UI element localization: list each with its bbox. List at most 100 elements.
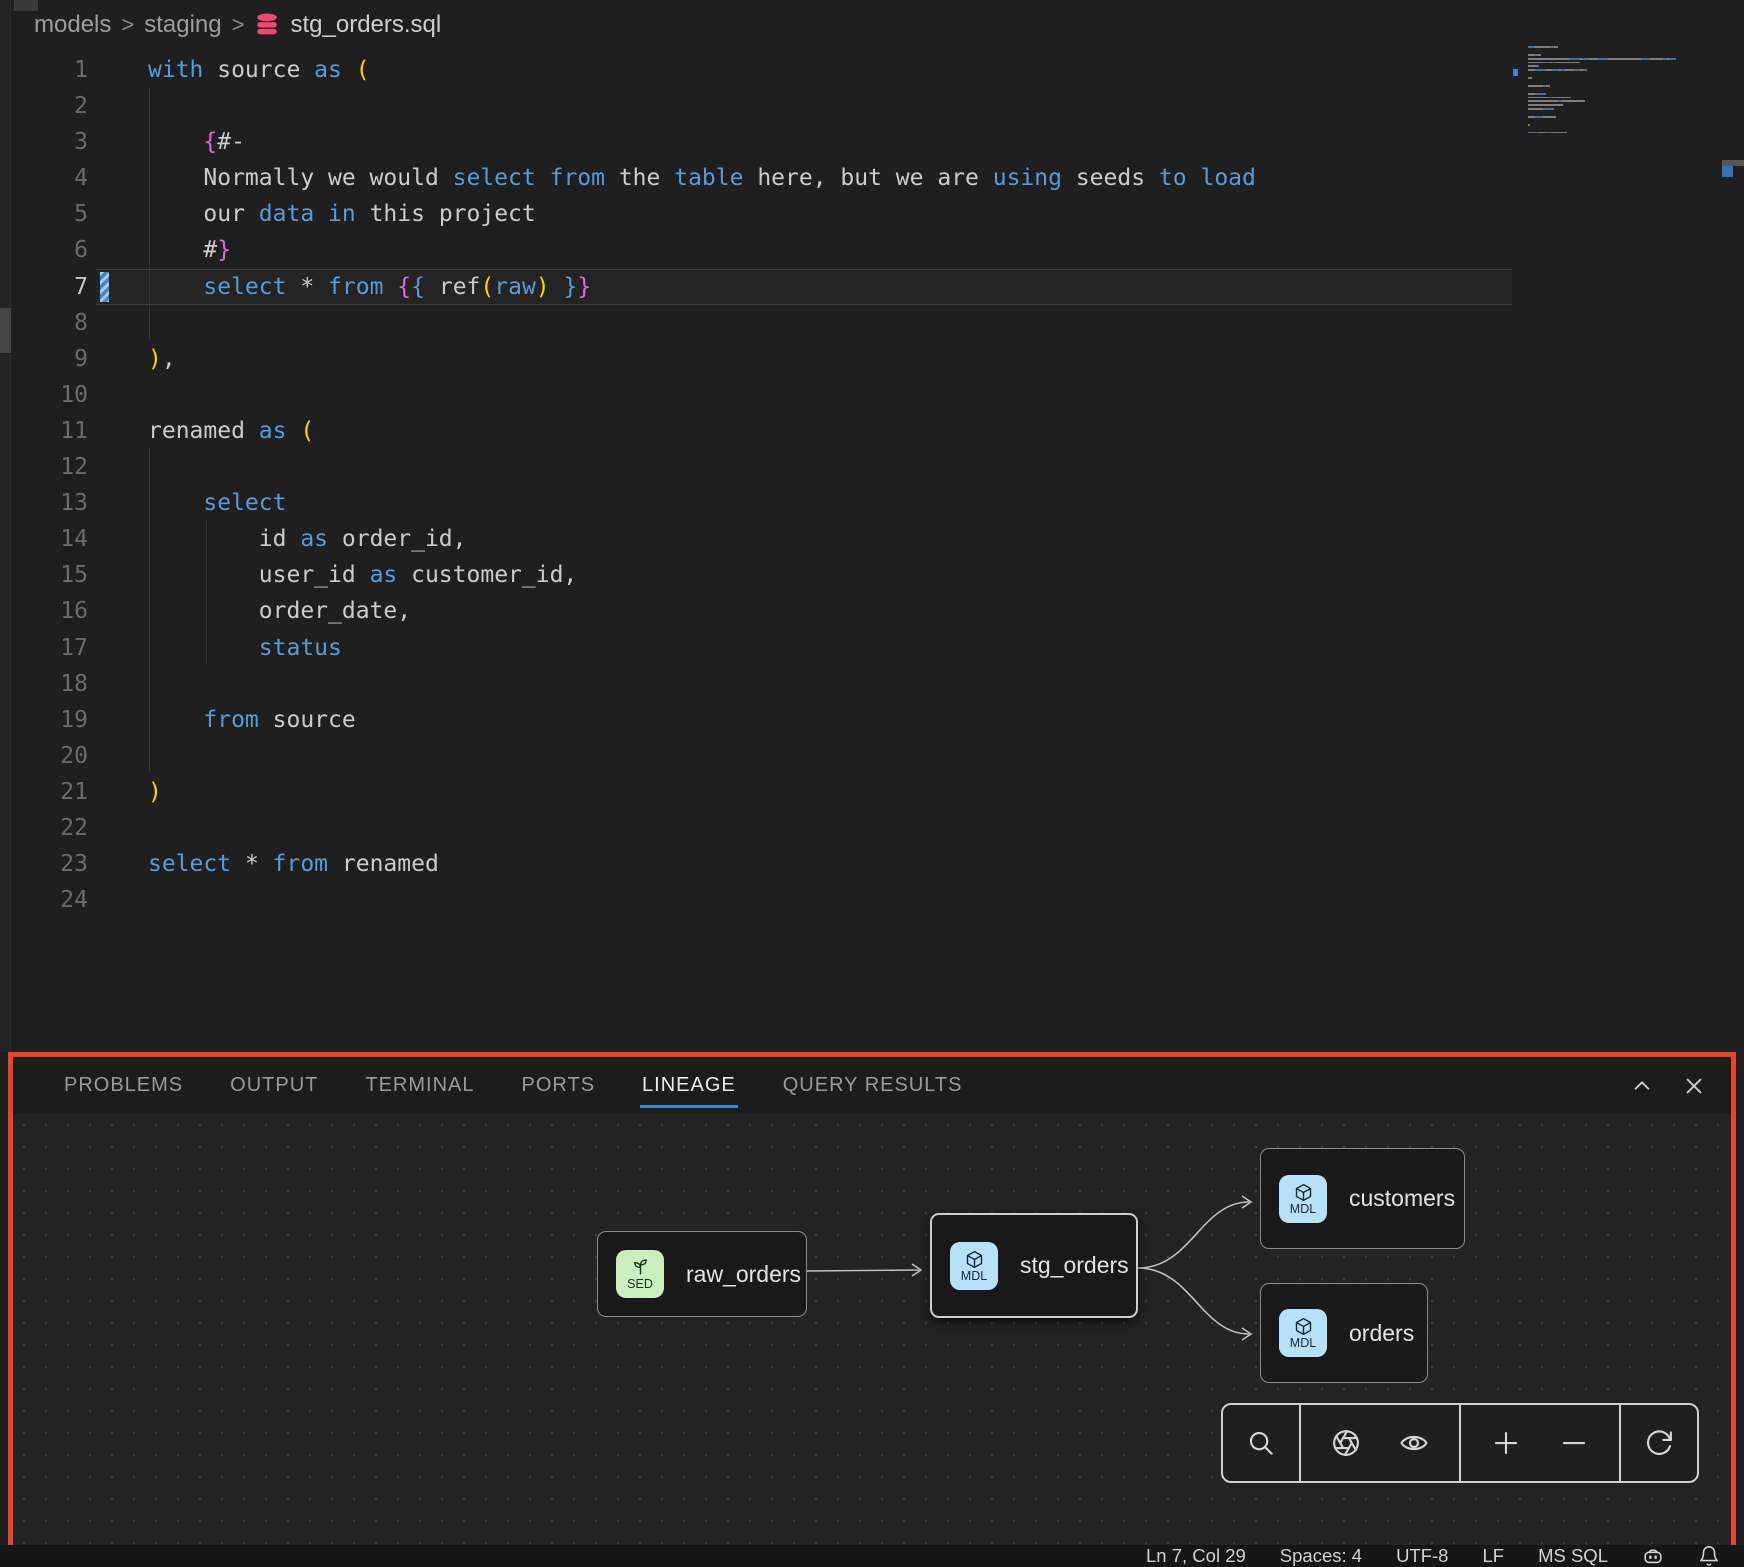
code-line[interactable]: 10 xyxy=(0,377,1744,413)
bottom-panel: PROBLEMS OUTPUT TERMINAL PORTS LINEAGE QUERY … xyxy=(8,1052,1736,1551)
code-line[interactable]: 13 select xyxy=(0,485,1744,521)
line-number: 14 xyxy=(0,521,88,557)
code-line[interactable]: 6 #} xyxy=(0,232,1744,268)
code-text: select xyxy=(148,485,286,521)
zoom-in-button[interactable] xyxy=(1484,1421,1528,1465)
tab-ports[interactable]: PORTS xyxy=(522,1074,596,1097)
code-line[interactable]: 22 xyxy=(0,810,1744,846)
code-line[interactable]: 14 id as order_id, xyxy=(0,521,1744,557)
node-label: customers xyxy=(1349,1185,1455,1212)
zoom-out-button[interactable] xyxy=(1552,1421,1596,1465)
close-icon[interactable] xyxy=(1683,1075,1705,1097)
code-line[interactable]: 16 order_date, xyxy=(0,593,1744,629)
line-number: 23 xyxy=(0,846,88,882)
minimap[interactable] xyxy=(1528,46,1698,139)
panel-tab-bar: PROBLEMS OUTPUT TERMINAL PORTS LINEAGE QUERY … xyxy=(13,1057,1731,1114)
line-number: 24 xyxy=(0,882,88,918)
minus-icon xyxy=(1559,1428,1589,1458)
line-number: 7 xyxy=(0,269,88,305)
code-text: {#- xyxy=(148,124,245,160)
code-area[interactable]: 1with source as (23 {#-4 Normally we wou… xyxy=(0,52,1744,918)
chevron-up-icon[interactable] xyxy=(1631,1075,1653,1097)
code-text: with source as ( xyxy=(148,52,370,88)
node-badge: MDL xyxy=(1290,1337,1316,1350)
line-number: 12 xyxy=(0,449,88,485)
code-line[interactable]: 15 user_id as customer_id, xyxy=(0,557,1744,593)
code-text: user_id as customer_id, xyxy=(148,557,577,593)
line-number: 2 xyxy=(0,88,88,124)
encoding[interactable]: UTF-8 xyxy=(1396,1545,1448,1567)
code-text: select * from renamed xyxy=(148,846,439,882)
lineage-node-customers[interactable]: MDL customers xyxy=(1260,1148,1465,1249)
lineage-node-raw-orders[interactable]: SED raw_orders xyxy=(597,1231,807,1317)
code-line[interactable]: 23 select * from renamed xyxy=(0,846,1744,882)
indentation-setting[interactable]: Spaces: 4 xyxy=(1280,1545,1362,1567)
code-text: select * from {{ ref(raw) }} xyxy=(148,269,591,305)
editor-pane[interactable]: models > staging > stg_orders.sql 1with … xyxy=(0,0,1744,1052)
code-line[interactable]: 11 renamed as ( xyxy=(0,413,1744,449)
overview-ruler-marker xyxy=(1722,166,1733,177)
line-number: 5 xyxy=(0,196,88,232)
breadcrumb-file-name[interactable]: stg_orders.sql xyxy=(290,11,441,39)
code-line[interactable]: 17 status xyxy=(0,630,1744,666)
node-label: raw_orders xyxy=(686,1261,801,1288)
line-number: 11 xyxy=(0,413,88,449)
code-text: #} xyxy=(148,232,231,268)
refresh-icon xyxy=(1644,1428,1674,1458)
line-number: 18 xyxy=(0,666,88,702)
code-line[interactable]: 12 xyxy=(0,449,1744,485)
tab-output[interactable]: OUTPUT xyxy=(230,1074,318,1097)
eol-setting[interactable]: LF xyxy=(1482,1545,1504,1567)
aperture-icon xyxy=(1331,1428,1361,1458)
code-text: order_date, xyxy=(148,593,411,629)
code-line[interactable]: 18 xyxy=(0,666,1744,702)
code-line[interactable]: 19 from source xyxy=(0,702,1744,738)
code-line[interactable]: 9), xyxy=(0,341,1744,377)
tab-query-results[interactable]: QUERY RESULTS xyxy=(783,1074,963,1097)
line-number: 4 xyxy=(0,160,88,196)
aperture-button[interactable] xyxy=(1324,1421,1368,1465)
lineage-node-orders[interactable]: MDL orders xyxy=(1260,1283,1428,1383)
line-number: 8 xyxy=(0,305,88,341)
chevron-right-icon: > xyxy=(121,12,134,38)
code-line[interactable]: 21) xyxy=(0,774,1744,810)
lineage-toolbar xyxy=(1221,1403,1699,1483)
plus-icon xyxy=(1491,1428,1521,1458)
code-text: status xyxy=(148,630,342,666)
line-number: 16 xyxy=(0,593,88,629)
minimap-modified-marker xyxy=(1513,69,1518,76)
lineage-node-stg-orders[interactable]: MDL stg_orders xyxy=(930,1213,1138,1318)
code-line[interactable]: 5 our data in this project xyxy=(0,196,1744,232)
language-mode[interactable]: MS SQL xyxy=(1538,1545,1608,1567)
code-line[interactable]: 3 {#- xyxy=(0,124,1744,160)
cube-icon: MDL xyxy=(1279,1309,1327,1357)
line-number: 9 xyxy=(0,341,88,377)
breadcrumb-item-staging[interactable]: staging xyxy=(144,11,221,39)
tab-lineage[interactable]: LINEAGE xyxy=(642,1074,736,1097)
code-text: Normally we would select from the table … xyxy=(148,160,1256,196)
code-line[interactable]: 4 Normally we would select from the tabl… xyxy=(0,160,1744,196)
tab-problems[interactable]: PROBLEMS xyxy=(64,1074,183,1097)
code-text: ) xyxy=(148,774,162,810)
cursor-position[interactable]: Ln 7, Col 29 xyxy=(1146,1545,1246,1567)
preview-button[interactable] xyxy=(1392,1421,1436,1465)
breadcrumb-item-models[interactable]: models xyxy=(34,11,111,39)
code-text: from source xyxy=(148,702,356,738)
node-badge: SED xyxy=(627,1278,653,1291)
code-line[interactable]: 7 select * from {{ ref(raw) }} xyxy=(0,269,1744,305)
line-number: 15 xyxy=(0,557,88,593)
code-line[interactable]: 2 xyxy=(0,88,1744,124)
refresh-button[interactable] xyxy=(1637,1421,1681,1465)
code-line[interactable]: 1with source as ( xyxy=(0,52,1744,88)
bell-icon[interactable] xyxy=(1698,1545,1720,1567)
code-line[interactable]: 24 xyxy=(0,882,1744,918)
node-label: stg_orders xyxy=(1020,1252,1129,1279)
tab-terminal[interactable]: TERMINAL xyxy=(365,1074,474,1097)
code-text: renamed as ( xyxy=(148,413,314,449)
code-line[interactable]: 8 xyxy=(0,305,1744,341)
copilot-icon[interactable] xyxy=(1642,1545,1664,1567)
search-button[interactable] xyxy=(1239,1421,1283,1465)
eye-icon xyxy=(1399,1428,1429,1458)
lineage-canvas[interactable]: SED raw_orders MDL stg_orders MDL custom… xyxy=(13,1114,1731,1546)
code-line[interactable]: 20 xyxy=(0,738,1744,774)
